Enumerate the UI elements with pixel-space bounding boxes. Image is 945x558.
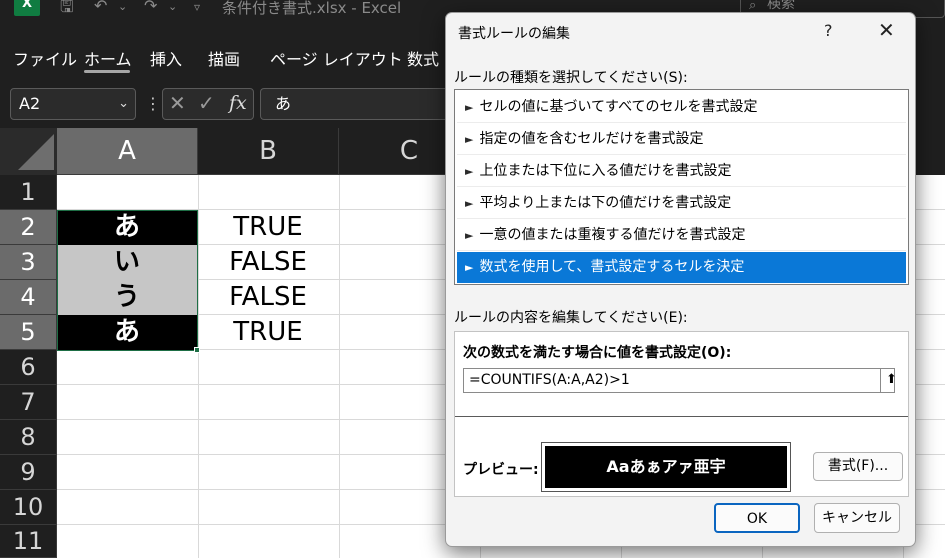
fill-handle[interactable] [194,347,200,353]
cell-b5[interactable]: TRUE [198,315,338,350]
formula-field[interactable]: =COUNTIFS(A:A,A2)>1 ⬆ [463,368,897,393]
tab-formulas[interactable]: 数式 [407,46,439,70]
rule-type-label: ルールの種類を選択してください(S): [454,70,688,86]
cell-b2[interactable]: TRUE [198,210,338,245]
active-tab-indicator [84,70,130,73]
rule-type-item[interactable]: ► セルの値に基づいてすべてのセルを書式設定 [457,92,906,123]
rule-type-item[interactable]: ► 平均より上または下の値だけを書式設定 [457,188,906,219]
rule-type-item[interactable]: ► 上位または下位に入る値だけを書式設定 [457,156,906,187]
cancel-button[interactable]: キャンセル [814,503,900,533]
row-header-4[interactable]: 4 [0,280,57,315]
dialog-title: 書式ルールの編集 [458,26,570,42]
rule-type-item[interactable]: ► 一意の値または重複する値だけを書式設定 [457,220,906,251]
format-preview: Aaあぁアァ亜宇 [541,442,791,492]
redo-icon[interactable]: ↷ [144,0,157,15]
rule-description-panel: 次の数式を満たす場合に値を書式設定(O): =COUNTIFS(A:A,A2)>… [454,331,909,497]
preview-label: プレビュー: [463,462,539,478]
row-header-1[interactable]: 1 [0,175,57,210]
insert-function-icon[interactable]: fx [229,92,247,114]
close-icon[interactable]: ✕ [878,18,895,42]
preview-sample: Aaあぁアァ亜宇 [545,446,787,488]
help-icon[interactable]: ? [824,21,833,40]
formula-tools: ✕ ✓ fx [162,88,254,120]
formula-value: =COUNTIFS(A:A,A2)>1 [469,372,630,388]
tab-page-layout[interactable]: ページ レイアウト [270,46,403,70]
tab-file[interactable]: ファイル [13,46,77,70]
gridline [339,175,340,558]
arrow-right-icon: ► [465,229,474,242]
excel-logo-icon: X [14,0,40,16]
selection-border [57,210,198,351]
column-header-b[interactable]: B [198,128,339,175]
cell-b4[interactable]: FALSE [198,280,338,315]
redo-chevron-icon[interactable]: ⌄ [168,0,177,13]
save-icon[interactable]: 🖫 [60,0,74,23]
search-placeholder: 検索 [767,0,795,12]
divider [455,416,908,417]
formula-input[interactable]: あ [260,88,460,120]
row-header-6[interactable]: 6 [0,350,57,385]
tab-insert[interactable]: 挿入 [150,46,182,70]
undo-icon[interactable]: ↶ [94,0,107,15]
name-box-value: A2 [19,94,41,113]
tab-draw[interactable]: 描画 [208,46,240,70]
format-button[interactable]: 書式(F)... [813,452,903,481]
window-title: 条件付き書式.xlsx - Excel [222,0,402,17]
row-header-10[interactable]: 10 [0,490,57,525]
more-options-icon[interactable]: ⋮ [145,94,161,113]
select-all-triangle-icon [18,134,54,170]
tab-home[interactable]: ホーム [84,46,132,70]
arrow-right-icon: ► [465,133,474,146]
arrow-right-icon: ► [465,165,474,178]
column-header-a[interactable]: A [57,128,198,175]
edit-rule-label: ルールの内容を編集してください(E): [454,310,688,326]
name-box[interactable]: A2 ⌄ [10,88,136,120]
select-all-button[interactable] [0,128,57,175]
rule-type-list[interactable]: ► セルの値に基づいてすべてのセルを書式設定 ► 指定の値を含むセルだけを書式設定 … [454,89,909,285]
rule-type-item[interactable]: ► 指定の値を含むセルだけを書式設定 [457,124,906,155]
undo-chevron-icon[interactable]: ⌄ [118,0,127,13]
rule-type-item-selected[interactable]: ► 数式を使用して、書式設定するセルを決定 [457,252,906,283]
check-icon[interactable]: ✓ [198,91,215,115]
condition-label: 次の数式を満たす場合に値を書式設定(O): [463,345,732,361]
edit-format-rule-dialog: 書式ルールの編集 ? ✕ ルールの種類を選択してください(S): ► セルの値に基… [445,12,916,547]
arrow-right-icon: ► [465,197,474,210]
row-header-9[interactable]: 9 [0,455,57,490]
row-header-3[interactable]: 3 [0,245,57,280]
cell-b3[interactable]: FALSE [198,245,338,280]
arrow-right-icon: ► [465,261,474,274]
customize-toolbar-icon[interactable]: ▿ [194,0,200,14]
chevron-down-icon[interactable]: ⌄ [118,89,129,119]
row-header-8[interactable]: 8 [0,420,57,455]
row-header-5[interactable]: 5 [0,315,57,350]
collapse-dialog-icon[interactable]: ⬆ [880,369,902,392]
row-header-2[interactable]: 2 [0,210,57,245]
close-icon[interactable]: ✕ [169,91,186,115]
row-header-11[interactable]: 11 [0,525,57,558]
ok-button[interactable]: OK [714,503,800,533]
arrow-right-icon: ► [465,101,474,114]
row-header-7[interactable]: 7 [0,385,57,420]
